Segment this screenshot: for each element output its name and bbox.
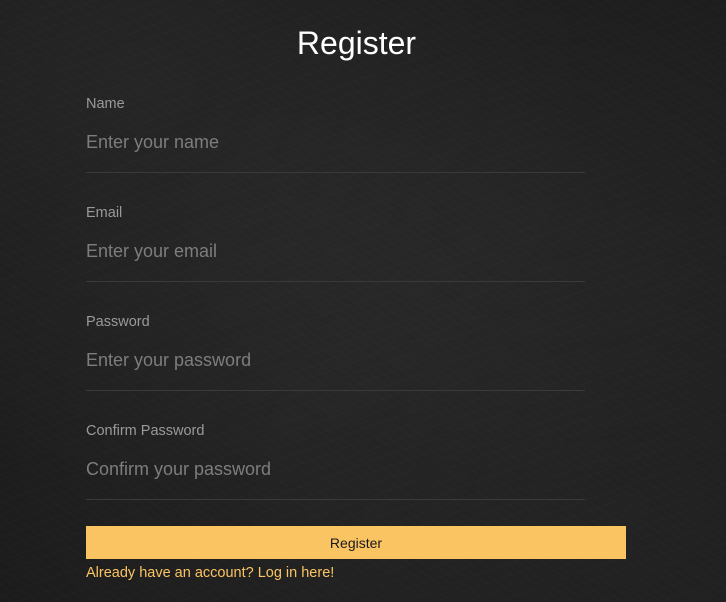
register-button[interactable]: Register bbox=[86, 526, 626, 559]
name-label: Name bbox=[86, 96, 125, 112]
confirm-password-input[interactable] bbox=[86, 440, 585, 500]
confirm-password-field-group: Confirm Password bbox=[86, 423, 585, 500]
confirm-password-label: Confirm Password bbox=[86, 423, 205, 439]
name-input[interactable] bbox=[86, 113, 585, 173]
password-label: Password bbox=[86, 314, 150, 330]
name-field-group: Name bbox=[86, 96, 585, 173]
email-field-group: Email bbox=[86, 205, 585, 282]
login-link[interactable]: Already have an account? Log in here! bbox=[86, 564, 334, 582]
email-label: Email bbox=[86, 205, 123, 221]
page-title: Register bbox=[296, 25, 417, 61]
email-input[interactable] bbox=[86, 222, 585, 282]
password-field-group: Password bbox=[86, 314, 585, 391]
password-input[interactable] bbox=[86, 331, 585, 391]
